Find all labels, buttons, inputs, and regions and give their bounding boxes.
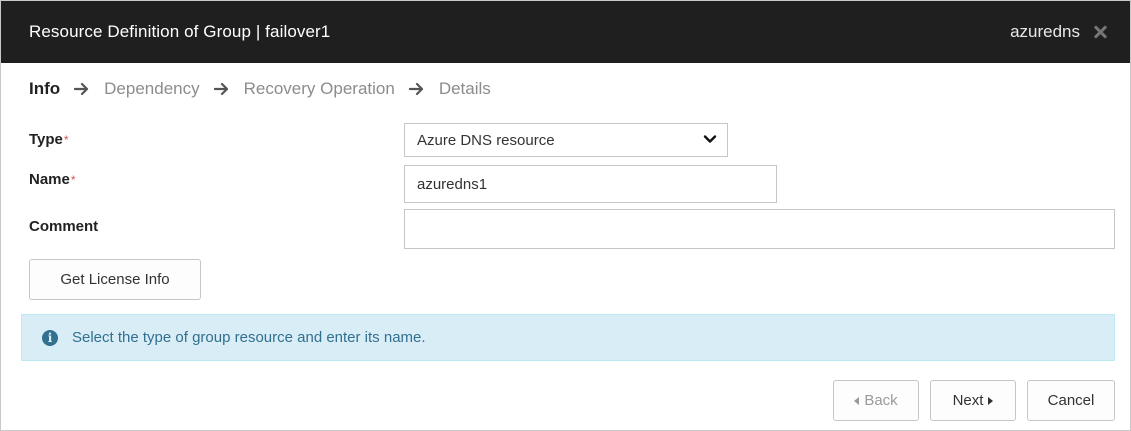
step-details: Details bbox=[438, 79, 491, 98]
dialog-titlebar: Resource Definition of Group | failover1… bbox=[1, 1, 1130, 63]
info-alert: i Select the type of group resource and … bbox=[21, 314, 1115, 361]
required-marker: * bbox=[63, 132, 69, 147]
close-icon[interactable] bbox=[1092, 24, 1108, 40]
name-label-row: Name * bbox=[29, 171, 76, 188]
comment-input[interactable] bbox=[404, 209, 1115, 249]
get-license-info-label: Get License Info bbox=[60, 271, 170, 288]
comment-label: Comment bbox=[29, 218, 99, 235]
get-license-info-button[interactable]: Get License Info bbox=[29, 259, 201, 300]
arrow-right-icon bbox=[74, 82, 90, 96]
name-input-value: azuredns1 bbox=[417, 175, 488, 193]
step-info: Info bbox=[29, 79, 61, 98]
step-recovery-operation: Recovery Operation bbox=[243, 79, 395, 98]
back-button[interactable]: Back bbox=[833, 380, 919, 421]
info-message: Select the type of group resource and en… bbox=[72, 329, 426, 346]
next-label: Next bbox=[952, 392, 984, 409]
wizard-steps: Info Dependency Recovery Operation Detai… bbox=[29, 77, 491, 101]
chevron-down-icon bbox=[703, 132, 717, 149]
arrow-right-icon bbox=[408, 82, 425, 96]
caret-right-icon bbox=[988, 396, 994, 405]
arrow-right-icon bbox=[213, 82, 230, 96]
resource-name-label: azuredns bbox=[1010, 22, 1080, 41]
step-dependency: Dependency bbox=[104, 79, 200, 98]
caret-left-icon bbox=[854, 396, 860, 405]
cancel-button[interactable]: Cancel bbox=[1027, 380, 1115, 421]
type-select-value: Azure DNS resource bbox=[417, 131, 555, 149]
cancel-label: Cancel bbox=[1047, 392, 1095, 409]
required-marker: * bbox=[70, 172, 76, 187]
info-icon: i bbox=[42, 329, 58, 346]
name-input[interactable]: azuredns1 bbox=[404, 165, 777, 203]
type-label-row: Type * bbox=[29, 131, 69, 148]
name-label: Name bbox=[29, 171, 70, 188]
type-label: Type bbox=[29, 131, 63, 148]
type-select[interactable]: Azure DNS resource bbox=[404, 123, 728, 157]
back-label: Back bbox=[864, 392, 898, 409]
next-button[interactable]: Next bbox=[930, 380, 1016, 421]
comment-label-row: Comment bbox=[29, 218, 98, 235]
resource-definition-dialog: Resource Definition of Group | failover1… bbox=[0, 0, 1131, 431]
dialog-title: Resource Definition of Group | failover1 bbox=[29, 22, 331, 41]
titlebar-right: azuredns bbox=[1010, 22, 1108, 42]
